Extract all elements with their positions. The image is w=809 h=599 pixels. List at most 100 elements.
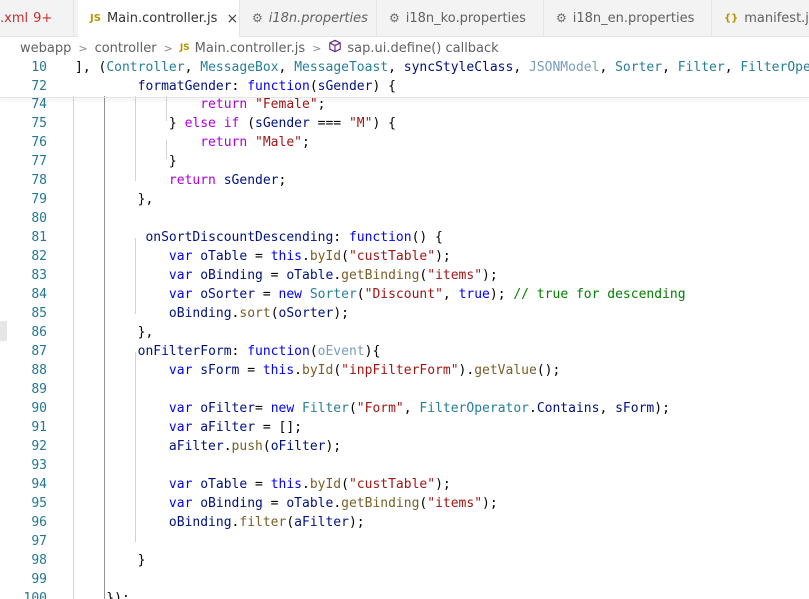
- code-line[interactable]: 91 var aFilter = [];: [0, 418, 809, 437]
- breadcrumb-item-symbol[interactable]: sap.ui.define() callback: [347, 41, 498, 56]
- code-line[interactable]: 82 var oTable = this.byId("custTable");: [0, 247, 809, 266]
- code-line[interactable]: 99: [0, 570, 809, 589]
- line-number: 82: [31, 249, 47, 264]
- code-line[interactable]: 92 aFilter.push(oFilter);: [0, 437, 809, 456]
- breadcrumb-item-file[interactable]: Main.controller.js: [195, 41, 306, 56]
- js-file-icon: JS: [90, 13, 101, 24]
- code-line[interactable]: 85 oBinding.sort(oSorter);: [0, 304, 809, 323]
- code-line[interactable]: 79 },: [0, 190, 809, 209]
- tab-main-controller-js[interactable]: JS Main.controller.js ×: [78, 0, 240, 37]
- code-line[interactable]: 88 var sForm = this.byId("inpFilterForm"…: [0, 361, 809, 380]
- line-number: 81: [31, 230, 47, 245]
- code-text: return "Male";: [200, 135, 310, 150]
- code-text: }: [75, 553, 146, 568]
- code-text: var aFilter = [];: [168, 420, 302, 435]
- line-number: 87: [31, 344, 47, 359]
- line-number: 88: [31, 363, 47, 378]
- code-line[interactable]: 77 }: [0, 152, 809, 171]
- code-text: var oFilter= new Filter("Form", FilterOp…: [168, 401, 670, 416]
- code-text: oBinding.filter(aFilter);: [168, 515, 365, 530]
- code-text: var oTable = this.byId("custTable");: [168, 477, 451, 492]
- code-line[interactable]: 98 }: [0, 551, 809, 570]
- line-number: 100: [23, 591, 47, 599]
- tab-label: i18n_en.properties: [572, 10, 695, 26]
- code-editor[interactable]: 74 return "Female"; 75 } else if (sGender…: [0, 59, 809, 599]
- code-line[interactable]: 95 var oBinding = oTable.getBinding("ite…: [0, 494, 809, 513]
- code-line[interactable]: 84 var oSorter = new Sorter("Discount", …: [0, 285, 809, 304]
- code-line[interactable]: 83 var oBinding = oTable.getBinding("ite…: [0, 266, 809, 285]
- code-text: });: [75, 591, 130, 599]
- code-line[interactable]: 97: [0, 532, 809, 551]
- line-number: 75: [31, 116, 47, 131]
- tab-label: manifest.json: [744, 10, 809, 26]
- code-line[interactable]: 76 return "Male";: [0, 133, 809, 152]
- problem-count-badge: 9+: [33, 10, 53, 26]
- code-text: return sGender;: [168, 173, 287, 188]
- line-number: 94: [31, 477, 47, 492]
- line-number: 78: [31, 173, 47, 188]
- code-text: oBinding.sort(oSorter);: [168, 306, 349, 321]
- js-file-icon: JS: [179, 43, 190, 53]
- code-text: },: [75, 192, 154, 207]
- code-line[interactable]: 86 },: [0, 323, 809, 342]
- line-number: 89: [31, 382, 47, 397]
- breadcrumb-item-controller[interactable]: controller: [95, 41, 157, 56]
- json-braces-icon: {}: [724, 12, 739, 24]
- line-number: 77: [31, 154, 47, 169]
- code-text: }: [75, 154, 177, 169]
- line-number: 92: [31, 439, 47, 454]
- sticky-scroll-line[interactable]: 10 ], (Controller, MessageBox, MessageToa…: [0, 59, 809, 77]
- line-number: 76: [31, 135, 47, 150]
- code-text: var oTable = this.byId("custTable");: [168, 249, 451, 264]
- code-line[interactable]: 75 } else if (sGender === "M") {: [0, 114, 809, 133]
- breadcrumb: webapp > controller > JS Main.controller…: [0, 37, 809, 59]
- gear-icon: ⚙: [556, 11, 567, 25]
- code-text: },: [75, 325, 154, 340]
- code-text: } else if (sGender === "M") {: [75, 116, 396, 131]
- tab-label: i18n_ko.properties: [405, 10, 526, 26]
- code-line[interactable]: 96 oBinding.filter(aFilter);: [0, 513, 809, 532]
- tab-label: Main.controller.js: [106, 11, 218, 26]
- tab-manifest-json[interactable]: {} manifest.json: [712, 0, 809, 36]
- code-line[interactable]: 89: [0, 380, 809, 399]
- line-number: 95: [31, 496, 47, 511]
- close-icon[interactable]: ×: [226, 11, 238, 27]
- code-line[interactable]: 94 var oTable = this.byId("custTable");: [0, 475, 809, 494]
- code-text: var oBinding = oTable.getBinding("items"…: [168, 268, 498, 283]
- line-number: 93: [31, 458, 47, 473]
- line-number: 72: [31, 79, 47, 94]
- code-text: var oBinding = oTable.getBinding("items"…: [168, 496, 498, 511]
- line-number: 85: [31, 306, 47, 321]
- tab-xml[interactable]: .xml 9+: [0, 0, 74, 36]
- chevron-right-icon: >: [163, 41, 173, 55]
- chevron-right-icon: >: [78, 41, 88, 55]
- tab-i18n-ko-properties[interactable]: ⚙ i18n_ko.properties: [377, 0, 544, 36]
- gear-icon: ⚙: [252, 11, 263, 25]
- tab-label: i18n.properties: [268, 10, 368, 26]
- code-line[interactable]: 100 });: [0, 589, 809, 599]
- sticky-scroll-line[interactable]: 72 formatGender: function(sGender) {: [0, 77, 809, 96]
- code-line[interactable]: 78 return sGender;: [0, 171, 809, 190]
- line-number: 98: [31, 553, 47, 568]
- tab-i18n-en-properties[interactable]: ⚙ i18n_en.properties: [544, 0, 712, 36]
- code-text: formatGender: function(sGender) {: [137, 79, 396, 94]
- breadcrumb-item-webapp[interactable]: webapp: [20, 41, 71, 56]
- symbol-method-icon: [328, 39, 342, 57]
- gear-icon: ⚙: [389, 11, 400, 25]
- code-line[interactable]: 93: [0, 456, 809, 475]
- code-line[interactable]: 81 onSortDiscountDescending: function() …: [0, 228, 809, 247]
- line-number: 80: [31, 211, 47, 226]
- line-number: 10: [31, 60, 47, 75]
- code-line[interactable]: 90 var oFilter= new Filter("Form", Filte…: [0, 399, 809, 418]
- code-line[interactable]: 80: [0, 209, 809, 228]
- code-text: ], (Controller, MessageBox, MessageToast…: [75, 60, 809, 75]
- line-number: 83: [31, 268, 47, 283]
- code-text: var oSorter = new Sorter("Discount", tru…: [168, 287, 686, 302]
- tab-i18n-properties[interactable]: ⚙ i18n.properties: [240, 0, 377, 36]
- code-text: onFilterForm: function(oEvent){: [137, 344, 381, 359]
- line-number: 86: [31, 325, 47, 340]
- code-line[interactable]: 87 onFilterForm: function(oEvent){: [0, 342, 809, 361]
- code-text: onSortDiscountDescending: function() {: [145, 230, 443, 245]
- editor-tab-bar: .xml 9+ JS Main.controller.js × ⚙ i18n.propert…: [0, 0, 809, 37]
- code-text: aFilter.push(oFilter);: [168, 439, 342, 454]
